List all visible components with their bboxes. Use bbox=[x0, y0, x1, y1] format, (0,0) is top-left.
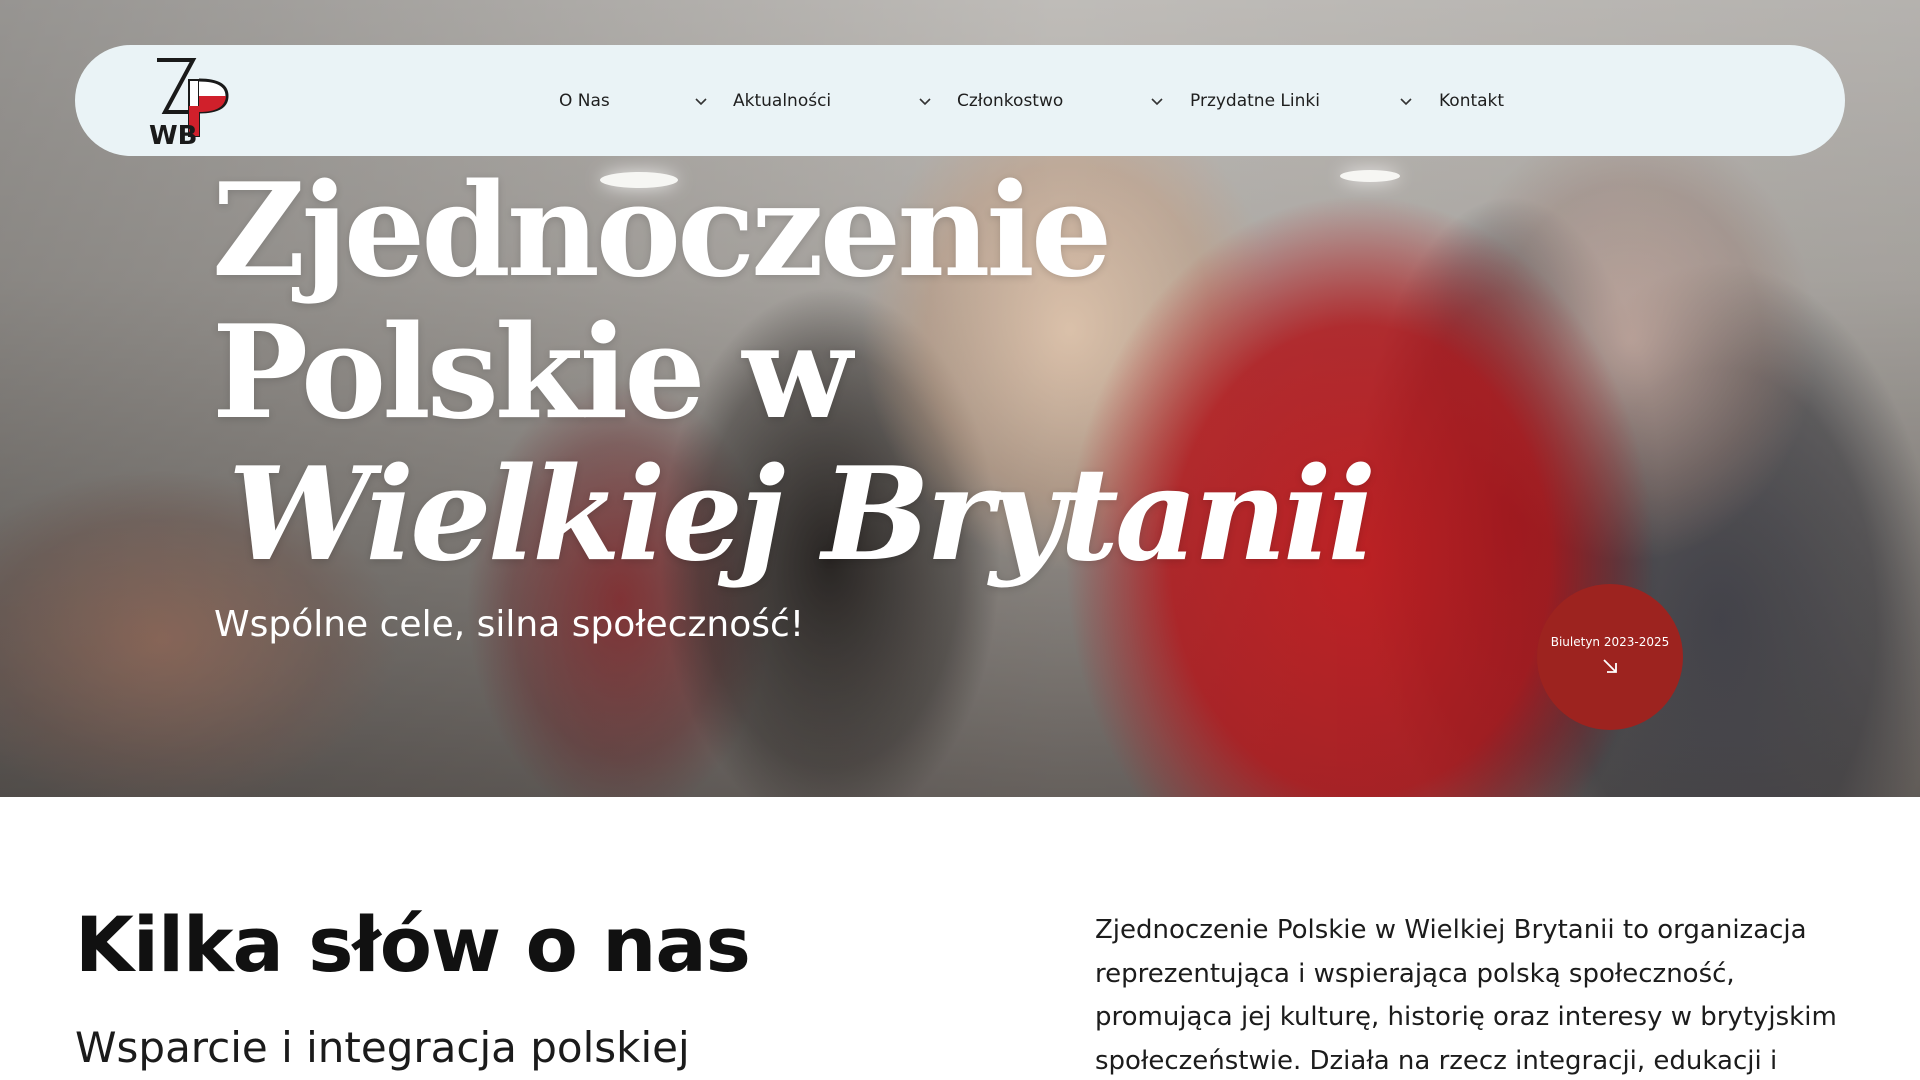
hero-title-line-1: Zjednoczenie bbox=[212, 156, 1112, 306]
hero-title: Zjednoczenie Polskie w Wielkiej Brytanii bbox=[212, 156, 1376, 590]
chevron-down-icon[interactable] bbox=[1150, 94, 1164, 108]
chevron-down-icon[interactable] bbox=[918, 94, 932, 108]
about-description: Zjednoczenie Polskie w Wielkiej Brytanii… bbox=[1095, 915, 1837, 1076]
hero-subtitle: Wspólne cele, silna społeczność! bbox=[214, 604, 805, 645]
about-subtitle: Wsparcie i integracja polskiej bbox=[75, 1023, 690, 1072]
hero-title-line-2: Polskie w bbox=[212, 298, 852, 448]
nav-item-o-nas[interactable]: O Nas bbox=[559, 45, 610, 156]
chevron-down-icon[interactable] bbox=[1399, 94, 1413, 108]
nav-item-kontakt[interactable]: Kontakt bbox=[1439, 45, 1504, 156]
arrow-down-right-icon bbox=[1603, 659, 1617, 673]
nav-item-przydatne-linki[interactable]: Przydatne Linki bbox=[1190, 45, 1320, 156]
logo-text: WB bbox=[149, 121, 198, 150]
about-title: Kilka słów o nas bbox=[75, 900, 751, 989]
main-navbar: WB O Nas Aktualności Członkostwo Przydat… bbox=[75, 45, 1845, 156]
hero-title-line-3: Wielkiej Brytanii bbox=[228, 440, 1376, 590]
bulletin-button[interactable]: Biuletyn 2023-2025 bbox=[1537, 584, 1683, 730]
chevron-down-icon[interactable] bbox=[694, 94, 708, 108]
zp-wb-logo[interactable]: WB bbox=[145, 50, 245, 150]
nav-item-czlonkostwo[interactable]: Członkostwo bbox=[957, 45, 1063, 156]
bulletin-label: Biuletyn 2023-2025 bbox=[1550, 635, 1670, 649]
nav-item-aktualnosci[interactable]: Aktualności bbox=[733, 45, 831, 156]
